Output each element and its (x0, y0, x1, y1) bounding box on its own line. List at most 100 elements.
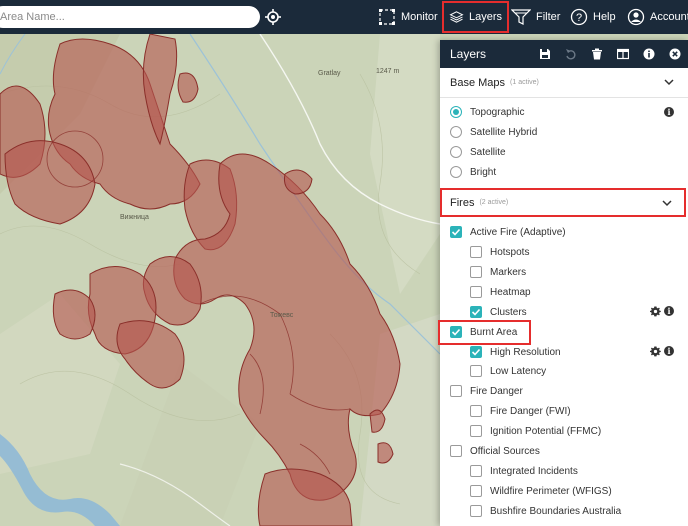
layer-integrated-incidents[interactable]: Integrated Incidents (470, 461, 578, 481)
check-icon (471, 308, 481, 316)
layer-label: Hotspots (490, 246, 530, 258)
radio-button[interactable] (450, 146, 462, 158)
checkbox[interactable] (470, 505, 482, 517)
info-icon[interactable]: i (664, 346, 674, 356)
basemap-option-label: Topographic (470, 106, 525, 118)
chevron-down-icon[interactable] (662, 198, 672, 208)
basemap-option-label: Bright (470, 166, 497, 178)
split-view-icon[interactable] (610, 40, 636, 68)
radio-button[interactable] (450, 106, 462, 118)
filter-icon (511, 9, 531, 25)
layer-wildfire-perimeter[interactable]: Wildfire Perimeter (WFIGS) (470, 481, 612, 501)
account-icon (627, 8, 645, 26)
monitor-icon (379, 9, 395, 25)
layers-icon (449, 11, 464, 23)
layer-label: Wildfire Perimeter (WFIGS) (490, 485, 612, 497)
layer-label: Low Latency (490, 365, 547, 377)
checkbox[interactable] (470, 266, 482, 278)
layer-label: Fire Danger (470, 385, 523, 397)
radio-button[interactable] (450, 166, 462, 178)
map-place-label: Вижница (120, 214, 149, 221)
layer-label: Markers (490, 266, 527, 278)
checkbox[interactable] (470, 465, 482, 477)
layer-clusters[interactable]: Clusters (470, 302, 527, 322)
checkbox[interactable] (470, 365, 482, 377)
base-maps-count: (1 active) (510, 79, 539, 86)
basemap-option-label: Satellite (470, 146, 506, 158)
layer-label: Integrated Incidents (490, 465, 578, 477)
gear-icon[interactable] (650, 346, 661, 357)
base-maps-title: Base Maps (450, 76, 506, 89)
info-icon[interactable]: i (664, 107, 674, 117)
layer-official-sources[interactable]: Official Sources (450, 441, 540, 461)
nav-layers-label: Layers (468, 11, 502, 23)
fires-title: Fires (450, 196, 475, 209)
basemap-option-topographic[interactable]: Topographic (450, 102, 524, 122)
nav-monitor-label: Monitor (401, 11, 438, 23)
basemap-option-satellite[interactable]: Satellite (450, 142, 506, 162)
checkbox[interactable] (470, 346, 482, 358)
checkbox[interactable] (450, 445, 462, 457)
trash-icon[interactable] (584, 40, 610, 68)
undo-icon[interactable] (558, 40, 584, 68)
close-icon[interactable] (662, 40, 688, 68)
layers-panel-header: Layers (440, 40, 688, 68)
locate-icon[interactable] (264, 8, 282, 26)
layer-label: Clusters (490, 306, 527, 318)
help-icon: ? (570, 8, 588, 26)
check-icon (471, 348, 481, 356)
svg-text:?: ? (576, 12, 582, 24)
layer-markers[interactable]: Markers (470, 262, 526, 282)
check-icon (451, 228, 461, 236)
layer-label: Bushfire Boundaries Australia (490, 505, 622, 517)
gear-icon[interactable] (650, 306, 661, 317)
layer-ignition-potential[interactable]: Ignition Potential (FFMC) (470, 421, 601, 441)
layer-fire-danger-fwi[interactable]: Fire Danger (FWI) (470, 401, 571, 421)
layer-active-fire[interactable]: Active Fire (Adaptive) (450, 222, 566, 242)
layer-label: Active Fire (Adaptive) (470, 226, 566, 238)
checkbox[interactable] (470, 286, 482, 298)
info-icon[interactable]: i (664, 306, 674, 316)
checkbox[interactable] (470, 306, 482, 318)
fires-section-header[interactable]: Fires (2 active) (440, 188, 686, 217)
nav-filter-button[interactable]: Filter (511, 2, 560, 32)
layer-label: Heatmap (490, 286, 531, 298)
map-place-label: Gratlay (318, 70, 341, 77)
nav-layers-button[interactable]: Layers (442, 1, 509, 33)
checkbox[interactable] (470, 425, 482, 437)
layer-label: Ignition Potential (FFMC) (490, 425, 602, 437)
fires-count: (2 active) (479, 199, 509, 206)
checkbox[interactable] (470, 246, 482, 258)
checkbox[interactable] (450, 226, 462, 238)
nav-help-button[interactable]: ? Help (570, 2, 616, 32)
radio-button[interactable] (450, 126, 462, 138)
search-box[interactable] (0, 6, 260, 28)
layer-fire-danger[interactable]: Fire Danger (450, 381, 523, 401)
layer-label: High Resolution (490, 346, 561, 358)
nav-help-label: Help (593, 11, 616, 23)
chevron-down-icon[interactable] (664, 77, 674, 87)
nav-account-button[interactable]: Account (627, 2, 688, 32)
nav-monitor-button[interactable]: Monitor (378, 2, 438, 32)
nav-account-label: Account (650, 11, 688, 23)
layer-hotspots[interactable]: Hotspots (470, 242, 529, 262)
checkbox[interactable] (450, 385, 462, 397)
checkbox[interactable] (470, 485, 482, 497)
layer-low-latency[interactable]: Low Latency (470, 361, 546, 381)
nav-filter-label: Filter (536, 11, 561, 23)
layer-label: Fire Danger (FWI) (490, 405, 571, 417)
layer-heatmap[interactable]: Heatmap (470, 282, 531, 302)
layers-panel-title: Layers (450, 47, 487, 61)
search-input[interactable] (0, 6, 240, 28)
map-elevation-label: 1247 m (376, 68, 400, 75)
basemap-option-satellite-hybrid[interactable]: Satellite Hybrid (450, 122, 537, 142)
layer-high-resolution[interactable]: High Resolution (470, 342, 561, 362)
save-icon[interactable] (532, 40, 558, 68)
layer-bushfire-boundaries[interactable]: Bushfire Boundaries Australia (470, 501, 621, 521)
base-maps-section-header[interactable]: Base Maps (1 active) (440, 68, 688, 98)
info-icon[interactable] (636, 40, 662, 68)
basemap-option-bright[interactable]: Bright (450, 162, 496, 182)
map-place-label: Тожевс (270, 312, 294, 319)
checkbox[interactable] (470, 405, 482, 417)
basemap-option-label: Satellite Hybrid (470, 126, 538, 138)
